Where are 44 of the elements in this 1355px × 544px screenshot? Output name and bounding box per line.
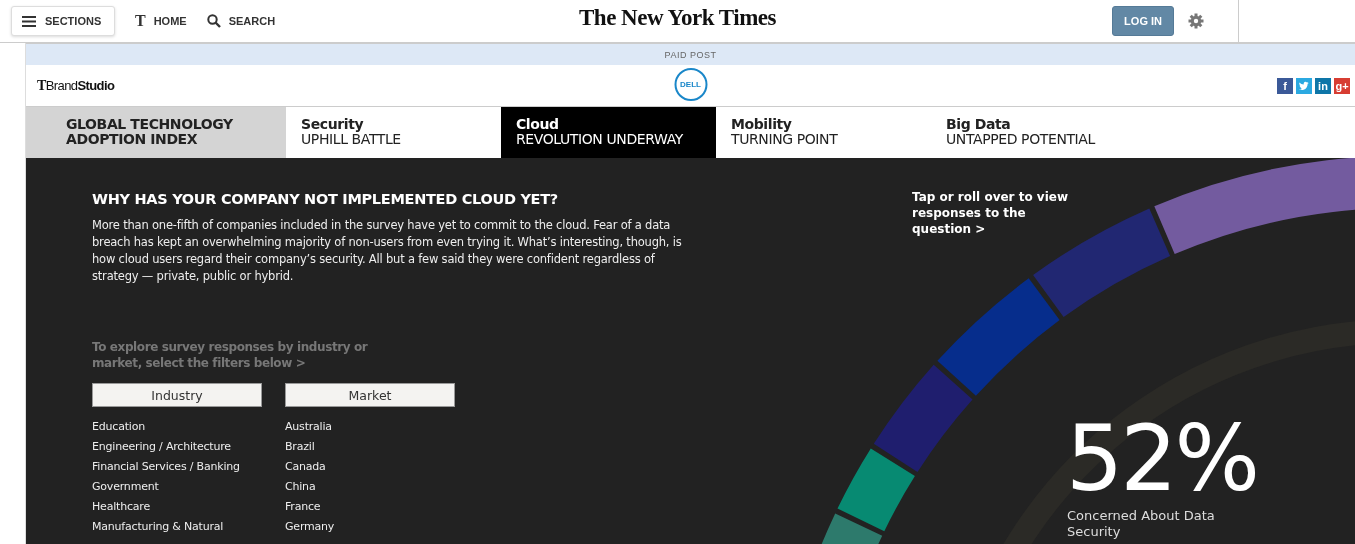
index-tab[interactable]: GLOBAL TECHNOLOGY ADOPTION INDEX <box>26 107 286 158</box>
search-link[interactable]: SEARCH <box>228 15 276 27</box>
ring-segment[interactable] <box>1154 158 1355 255</box>
sections-button[interactable]: SECTIONS <box>11 6 115 36</box>
ring-segment[interactable] <box>873 364 973 472</box>
login-button[interactable]: LOG IN <box>1112 6 1174 36</box>
chart-prompt: Tap or roll over to view responses to the question > <box>912 189 1070 237</box>
filter-option[interactable]: Canada <box>285 457 455 477</box>
nyt-mark: T <box>135 12 146 30</box>
ring-segment[interactable] <box>837 448 915 532</box>
facebook-icon[interactable]: f <box>1277 77 1293 94</box>
filter-button[interactable]: Market <box>285 383 455 407</box>
filter-hint: To explore survey responses by industry or market, select the filters below > <box>92 339 369 371</box>
question-heading: WHY HAS YOUR COMPANY NOT IMPLEMENTED CLOUD YET? <box>92 191 559 207</box>
filter-option[interactable]: Manufacturing & Natural <box>92 517 262 537</box>
twitter-icon[interactable] <box>1296 77 1312 94</box>
section-tab[interactable]: Mobility TURNING POINT <box>716 107 931 158</box>
filter-option[interactable]: Brazil <box>285 437 455 457</box>
sponsor-logo[interactable]: DELL <box>674 68 707 101</box>
linkedin-icon[interactable]: in <box>1315 77 1331 94</box>
filter-option[interactable]: Education <box>92 417 262 437</box>
section-tab[interactable]: Big Data UNTAPPED POTENTIAL <box>931 107 1146 158</box>
paid-post-label: PAID POST <box>664 49 717 60</box>
home-link[interactable]: HOME <box>153 15 187 27</box>
filter-option[interactable]: Financial Services / Banking <box>92 457 262 477</box>
filter-option[interactable]: China <box>285 477 455 497</box>
menu-icon <box>22 15 36 27</box>
filter-option[interactable]: Germany <box>285 517 455 537</box>
intro-paragraph: More than one-fifth of companies included in the survey have yet to commit to the cloud. Fear of a data breach has kept an overwhelming majority of non-users from even trying it. What’s interesting, though, is how cloud users regard their company’s security. All but a few said they were confident regardless of strategy — private, public or hybrid. <box>92 217 683 285</box>
filter-option[interactable]: Government <box>92 477 262 497</box>
filter-option[interactable]: Engineering / Architecture <box>92 437 262 457</box>
googleplus-icon[interactable]: g+ <box>1334 77 1350 94</box>
filter-option[interactable]: France <box>285 497 455 517</box>
settings-icon[interactable] <box>1188 13 1204 29</box>
site-logo[interactable]: The New York Times <box>579 5 776 31</box>
filter-option[interactable]: Australia <box>285 417 455 437</box>
search-icon <box>206 14 221 28</box>
section-tab[interactable]: Cloud REVOLUTION UNDERWAY <box>501 107 716 158</box>
section-tab[interactable]: Security UPHILL BATTLE <box>286 107 501 158</box>
brand-studio-logo: TBrandStudio <box>37 77 115 94</box>
filter-button[interactable]: Industry <box>92 383 262 407</box>
filter-option[interactable]: Healthcare <box>92 497 262 517</box>
stat-label: Concerned About Data Security <box>1067 508 1216 540</box>
stat-value: 52% <box>1066 414 1258 504</box>
